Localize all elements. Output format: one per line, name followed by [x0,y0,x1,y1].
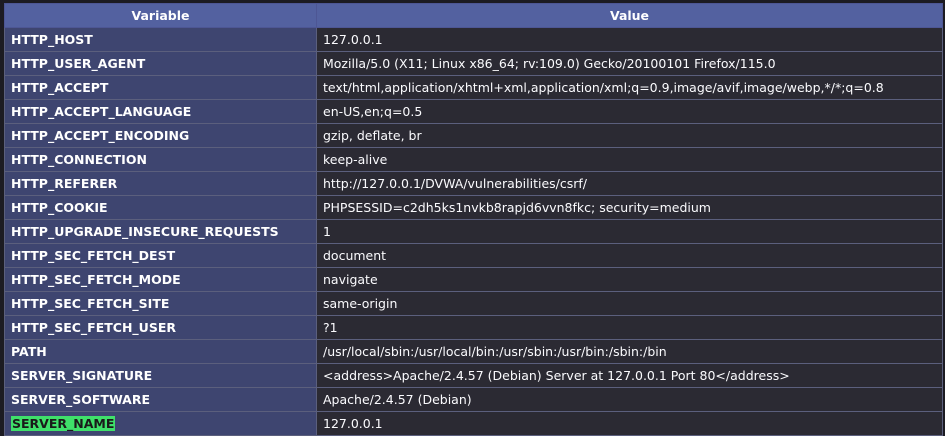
variable-value-cell: ?1 [316,315,943,340]
table-row: HTTP_SEC_FETCH_SITE same-origin [4,291,943,316]
variable-name-cell: HTTP_USER_AGENT [4,51,317,76]
column-header-variable: Variable [4,3,317,28]
variable-value-cell: Mozilla/5.0 (X11; Linux x86_64; rv:109.0… [316,51,943,76]
table-row: HTTP_ACCEPT_LANGUAGE en-US,en;q=0.5 [4,99,943,124]
variable-value-cell: http://127.0.0.1/DVWA/vulnerabilities/cs… [316,171,943,196]
variable-value-cell: navigate [316,267,943,292]
table-row: SERVER_NAME 127.0.0.1 [4,411,943,436]
variable-name-cell: HTTP_ACCEPT [4,75,317,100]
environment-variables-table: Variable Value HTTP_HOST 127.0.0.1 HTTP_… [4,3,943,436]
variable-name-cell: HTTP_CONNECTION [4,147,317,172]
table-row: HTTP_USER_AGENT Mozilla/5.0 (X11; Linux … [4,51,943,76]
table-row: SERVER_SOFTWARE Apache/2.4.57 (Debian) [4,387,943,412]
column-header-value: Value [316,3,943,28]
table-header-row: Variable Value [4,3,943,28]
variable-name-cell: HTTP_UPGRADE_INSECURE_REQUESTS [4,219,317,244]
variable-value-cell: keep-alive [316,147,943,172]
table-row: HTTP_CONNECTION keep-alive [4,147,943,172]
variable-name-cell: HTTP_SEC_FETCH_USER [4,315,317,340]
variable-value-cell: /usr/local/sbin:/usr/local/bin:/usr/sbin… [316,339,943,364]
variable-value-cell: Apache/2.4.57 (Debian) [316,387,943,412]
variable-value-cell: 127.0.0.1 [316,411,943,436]
table-row: HTTP_UPGRADE_INSECURE_REQUESTS 1 [4,219,943,244]
search-highlight: SERVER_NAME [11,416,116,431]
phpinfo-environment-panel: Variable Value HTTP_HOST 127.0.0.1 HTTP_… [4,3,943,436]
variable-value-cell: 1 [316,219,943,244]
variable-name-cell: HTTP_COOKIE [4,195,317,220]
variable-name-cell: HTTP_REFERER [4,171,317,196]
table-row: HTTP_SEC_FETCH_MODE navigate [4,267,943,292]
variable-name-cell: HTTP_HOST [4,27,317,52]
variable-value-cell: PHPSESSID=c2dh5ks1nvkb8rapjd6vvn8fkc; se… [316,195,943,220]
variable-name-cell: HTTP_SEC_FETCH_DEST [4,243,317,268]
table-row: HTTP_ACCEPT text/html,application/xhtml+… [4,75,943,100]
variable-value-cell: <address>Apache/2.4.57 (Debian) Server a… [316,363,943,388]
variable-value-cell: same-origin [316,291,943,316]
table-row: SERVER_SIGNATURE <address>Apache/2.4.57 … [4,363,943,388]
table-row: HTTP_ACCEPT_ENCODING gzip, deflate, br [4,123,943,148]
variable-value-cell: gzip, deflate, br [316,123,943,148]
table-row: PATH /usr/local/sbin:/usr/local/bin:/usr… [4,339,943,364]
variable-name-cell: HTTP_ACCEPT_ENCODING [4,123,317,148]
variable-name-cell: HTTP_SEC_FETCH_SITE [4,291,317,316]
variable-value-cell: text/html,application/xhtml+xml,applicat… [316,75,943,100]
variable-value-cell: 127.0.0.1 [316,27,943,52]
variable-name-cell: PATH [4,339,317,364]
variable-name-cell: HTTP_ACCEPT_LANGUAGE [4,99,317,124]
table-row: HTTP_SEC_FETCH_DEST document [4,243,943,268]
table-row: HTTP_COOKIE PHPSESSID=c2dh5ks1nvkb8rapjd… [4,195,943,220]
table-row: HTTP_HOST 127.0.0.1 [4,27,943,52]
variable-name-cell: HTTP_SEC_FETCH_MODE [4,267,317,292]
variable-name-cell: SERVER_SIGNATURE [4,363,317,388]
table-row: HTTP_REFERER http://127.0.0.1/DVWA/vulne… [4,171,943,196]
variable-value-cell: en-US,en;q=0.5 [316,99,943,124]
variable-name-cell: SERVER_SOFTWARE [4,387,317,412]
table-row: HTTP_SEC_FETCH_USER ?1 [4,315,943,340]
variable-name-cell: SERVER_NAME [4,411,317,436]
variable-value-cell: document [316,243,943,268]
